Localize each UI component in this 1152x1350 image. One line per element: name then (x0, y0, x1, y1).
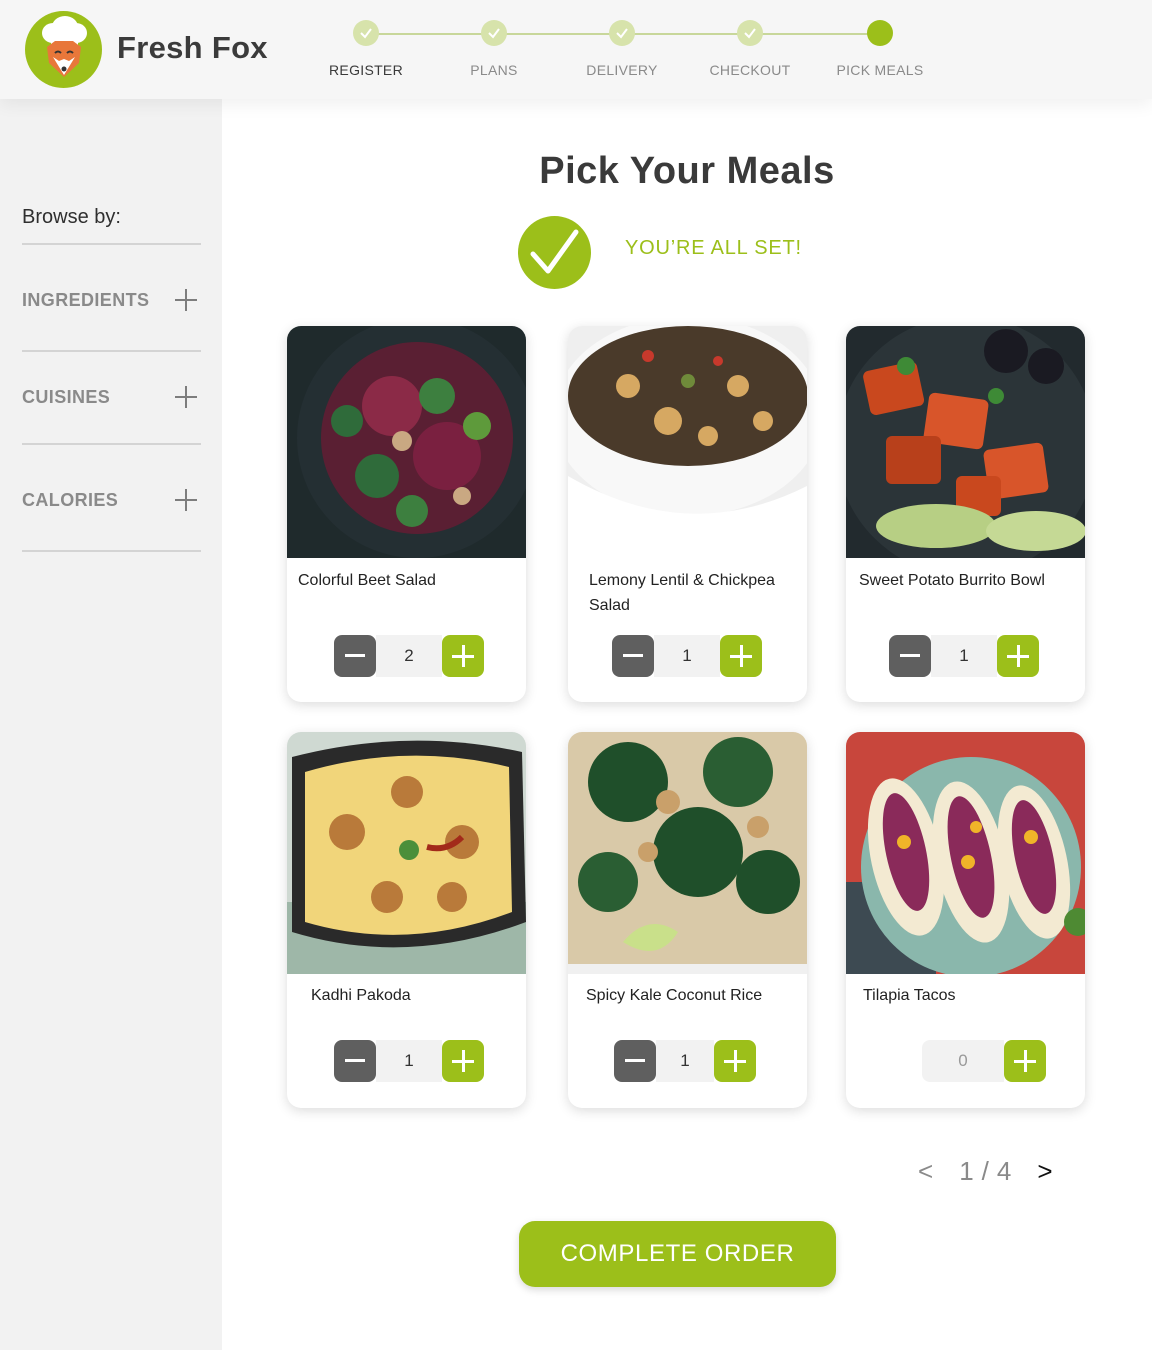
quantity-stepper[interactable]: 0 (922, 1040, 1046, 1082)
checkmark-icon (518, 216, 591, 289)
minus-button[interactable] (889, 635, 931, 677)
step-label: PICK MEALS (836, 62, 924, 78)
step-pick-meals[interactable]: PICK MEALS (815, 20, 945, 78)
checkout-progress: REGISTER PLANS DELIVERY CHECKOUT PICK ME… (0, 0, 1152, 99)
quantity-value: 1 (654, 635, 720, 677)
step-plans[interactable]: PLANS (429, 20, 559, 78)
quantity-stepper[interactable]: 1 (334, 1040, 484, 1082)
quantity-value: 1 (376, 1040, 442, 1082)
step-label: DELIVERY (586, 62, 658, 78)
complete-order-button[interactable]: COMPLETE ORDER (519, 1221, 836, 1287)
quantity-value: 2 (376, 635, 442, 677)
minus-button[interactable] (612, 635, 654, 677)
meal-card[interactable]: Lemony Lentil & Chickpea Salad 1 (568, 326, 807, 702)
check-icon (609, 20, 635, 46)
filter-ingredients[interactable]: INGREDIENTS (22, 285, 201, 315)
plus-button[interactable] (720, 635, 762, 677)
quantity-value: 1 (931, 635, 997, 677)
plus-icon[interactable] (175, 289, 197, 311)
meal-name: Lemony Lentil & Chickpea Salad (589, 572, 775, 614)
filter-label: INGREDIENTS (22, 289, 150, 310)
filter-cuisines[interactable]: CUISINES (22, 382, 201, 412)
plus-button[interactable] (1004, 1040, 1046, 1082)
minus-button[interactable] (334, 635, 376, 677)
step-label: REGISTER (329, 62, 403, 78)
quantity-stepper[interactable]: 2 (334, 635, 484, 677)
step-register[interactable]: REGISTER (301, 20, 431, 78)
meal-card[interactable]: Spicy Kale Coconut Rice 1 (568, 732, 807, 1108)
top-header: Fresh Fox REGISTER PLANS DELIVERY CHECKO… (0, 0, 1152, 99)
divider (22, 550, 201, 552)
minus-button[interactable] (614, 1040, 656, 1082)
pagination: < 1 / 4 > (918, 1156, 1053, 1187)
meal-card[interactable]: Kadhi Pakoda 1 (287, 732, 526, 1108)
current-page: 1 (959, 1156, 974, 1186)
filter-label: CUISINES (22, 386, 111, 407)
filter-calories[interactable]: CALORIES (22, 485, 201, 515)
check-icon (481, 20, 507, 46)
divider (22, 350, 201, 352)
meal-photo[interactable] (287, 732, 526, 974)
filter-label: CALORIES (22, 489, 119, 510)
meal-photo[interactable] (287, 326, 526, 558)
meal-photo[interactable] (568, 732, 807, 974)
meal-name: Tilapia Tacos (863, 987, 956, 1004)
current-step-dot (867, 20, 893, 46)
browse-label: Browse by: (22, 206, 121, 228)
meal-card[interactable]: Tilapia Tacos 0 (846, 732, 1085, 1108)
meal-name: Sweet Potato Burrito Bowl (859, 572, 1045, 589)
prev-page-button[interactable]: < (918, 1156, 933, 1187)
meal-name: Kadhi Pakoda (311, 987, 411, 1004)
quantity-stepper[interactable]: 1 (889, 635, 1039, 677)
step-label: CHECKOUT (709, 62, 791, 78)
plus-button[interactable] (714, 1040, 756, 1082)
minus-button[interactable] (334, 1040, 376, 1082)
quantity-value: 0 (922, 1040, 1004, 1082)
meal-photo[interactable] (846, 732, 1085, 974)
plus-icon[interactable] (175, 489, 197, 511)
step-delivery[interactable]: DELIVERY (557, 20, 687, 78)
check-icon (737, 20, 763, 46)
plus-button[interactable] (442, 635, 484, 677)
filter-sidebar: Browse by: INGREDIENTS CUISINES CALORIES (0, 99, 222, 1350)
meal-photo[interactable] (846, 326, 1085, 558)
quantity-stepper[interactable]: 1 (614, 1040, 756, 1082)
divider (22, 243, 201, 245)
meal-name: Spicy Kale Coconut Rice (586, 987, 763, 1004)
meal-name: Colorful Beet Salad (298, 572, 436, 589)
step-checkout[interactable]: CHECKOUT (685, 20, 815, 78)
total-pages: 4 (996, 1156, 1012, 1186)
plus-button[interactable] (442, 1040, 484, 1082)
page-title: Pick Your Meals (539, 150, 835, 192)
meal-card[interactable]: Sweet Potato Burrito Bowl 1 (846, 326, 1085, 702)
next-page-button[interactable]: > (1037, 1156, 1052, 1187)
page-separator: / (981, 1156, 989, 1186)
plus-icon[interactable] (175, 386, 197, 408)
divider (22, 443, 201, 445)
meal-photo[interactable] (568, 326, 807, 558)
check-icon (353, 20, 379, 46)
quantity-stepper[interactable]: 1 (612, 635, 762, 677)
quantity-value: 1 (656, 1040, 714, 1082)
meal-card[interactable]: Colorful Beet Salad 2 (287, 326, 526, 702)
status-message: YOU’RE ALL SET! (625, 237, 802, 259)
plus-button[interactable] (997, 635, 1039, 677)
step-label: PLANS (470, 62, 518, 78)
